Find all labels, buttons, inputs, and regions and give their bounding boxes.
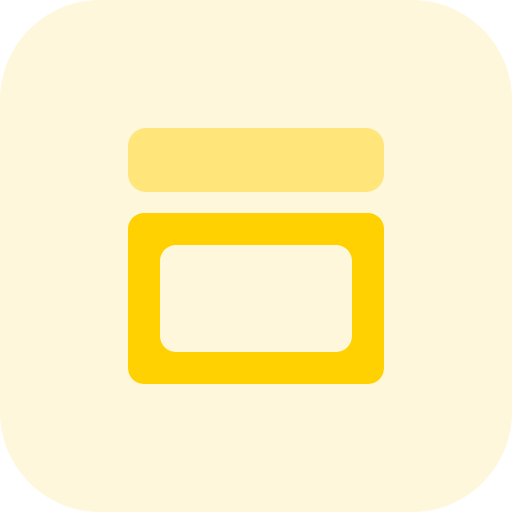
jar-app-icon	[0, 0, 512, 512]
jar-lid-shape	[128, 128, 384, 192]
jar-label-window	[160, 245, 352, 352]
